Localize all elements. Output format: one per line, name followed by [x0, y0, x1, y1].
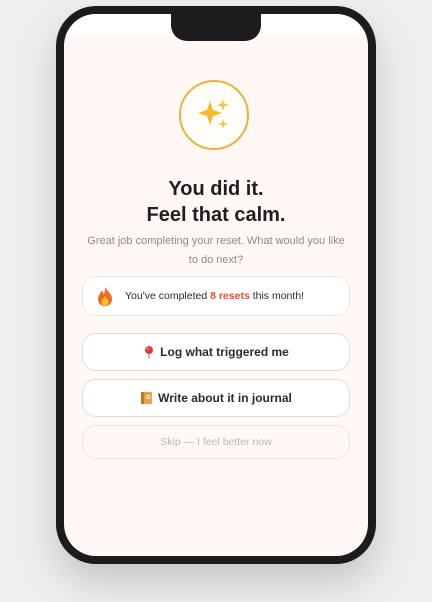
sparkles-icon — [194, 95, 234, 135]
streak-text: You've completed 8 resets this month! — [125, 290, 304, 302]
title-line-2: Feel that calm. — [146, 204, 286, 226]
journal-button[interactable]: Write about it in journal — [82, 379, 350, 417]
title-line-1: You did it. — [168, 178, 264, 200]
log-trigger-label: Log what triggered me — [160, 345, 289, 359]
phone-notch — [171, 14, 261, 41]
streak-card: You've completed 8 resets this month! — [82, 276, 350, 316]
phone-frame: You did it. Feel that calm. Great job co… — [56, 6, 376, 564]
streak-count: 8 resets — [210, 290, 250, 302]
completion-subtitle: Great job completing your reset. What wo… — [87, 235, 345, 266]
pin-icon — [143, 345, 155, 359]
journal-label: Write about it in journal — [158, 391, 292, 405]
fire-icon — [95, 285, 117, 307]
streak-prefix: You've completed — [125, 290, 211, 302]
stage: You did it. Feel that calm. Great job co… — [0, 0, 432, 602]
completion-title: You did it. Feel that calm. — [64, 176, 368, 228]
streak-suffix: this month! — [249, 290, 305, 302]
success-badge — [179, 80, 249, 150]
log-trigger-button[interactable]: Log what triggered me — [82, 333, 350, 371]
skip-button[interactable]: Skip — I feel better now — [82, 425, 350, 459]
skip-label: Skip — I feel better now — [160, 436, 272, 448]
journal-book-icon — [140, 391, 153, 405]
phone-screen: You did it. Feel that calm. Great job co… — [64, 14, 368, 556]
